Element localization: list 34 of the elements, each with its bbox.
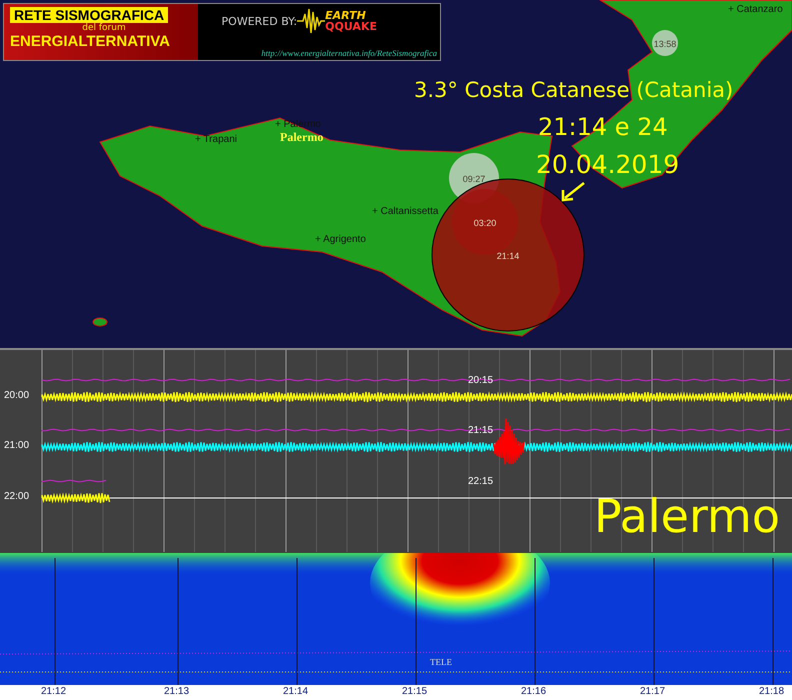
tele-label: TELE [430,657,452,667]
time-tick-label: 21:15 [402,686,428,697]
hour-label: 21:00 [4,440,30,451]
event-time: 09:27 [462,174,486,184]
banner-brand: ENERGIALTERNATIVA [10,33,170,50]
time-mark: 22:15 [468,476,494,487]
station-label: Palermo [280,130,324,144]
hour-label: 22:00 [4,491,30,502]
logo-text: EARTH [325,10,366,21]
event-time: 03:20 [474,218,496,228]
hour-label: 20:00 [4,390,30,401]
time-tick-label: 21:18 [759,686,784,697]
time-tick-label: 21:14 [283,686,308,697]
event-circle [652,30,678,56]
powered-by-label: POWERED BY: [222,14,298,28]
place-label: + Agrigento [315,234,366,245]
place-label: + Trapani [195,134,237,145]
event-time: 13:58 [654,39,676,49]
seismic-wave-icon [297,6,326,36]
arrow-icon [562,182,585,202]
banner-title: RETE SISMOGRAFICA [10,7,168,23]
time-tick-label: 21:13 [164,686,190,697]
place-label: + Catanzaro [728,4,783,15]
time-tick-label: 21:17 [640,686,666,697]
logo-text: QQUAKE [325,21,377,32]
time-tick-label: 21:16 [521,686,546,697]
time-tick-label: 21:12 [41,686,66,697]
reference-line [42,480,106,482]
place-label: + Caltanissetta [372,206,438,217]
website-link[interactable]: http://www.energialternativa.info/ReteSismografica [261,48,437,58]
event-time: 21:14 [496,251,520,261]
station-name: Palermo [594,489,780,543]
banner-subtitle: del forum [82,23,126,33]
event-headline: 3.3° Costa Catanese (Catania) [414,78,734,102]
